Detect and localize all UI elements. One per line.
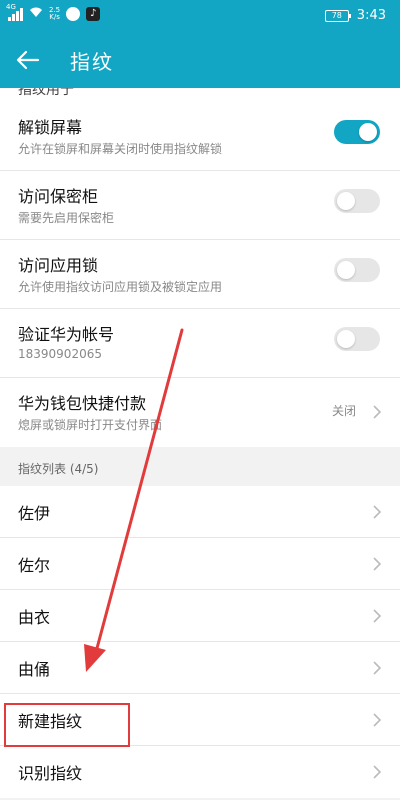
fingerprint-label: 由俑 (18, 660, 51, 679)
fingerprint-item[interactable]: 佐伊 (0, 486, 400, 538)
setting-subtitle: 允许使用指纹访问应用锁及被锁定应用 (18, 280, 223, 294)
chevron-right-icon (372, 608, 382, 624)
huawei-account-toggle[interactable] (334, 327, 380, 351)
app-lock-toggle[interactable] (334, 258, 380, 282)
battery-icon: 78 (324, 9, 351, 22)
setting-unlock-screen[interactable]: 解锁屏幕 允许在锁屏和屏幕关闭时使用指纹解锁 (0, 102, 400, 171)
setting-title: 华为钱包快捷付款 (18, 394, 147, 413)
setting-title: 验证华为帐号 (18, 325, 115, 344)
partial-row-label: 指纹用于 (18, 88, 74, 98)
safe-box-toggle[interactable] (334, 189, 380, 213)
settings-list: 解锁屏幕 允许在锁屏和屏幕关闭时使用指纹解锁 访问保密柜 需要先启用保密柜 访问… (0, 102, 400, 447)
setting-subtitle: 18390902065 (18, 347, 102, 361)
setting-app-lock[interactable]: 访问应用锁 允许使用指纹访问应用锁及被锁定应用 (0, 240, 400, 309)
setting-safe-box[interactable]: 访问保密柜 需要先启用保密柜 (0, 171, 400, 240)
setting-title: 访问保密柜 (18, 187, 99, 206)
setting-huawei-account[interactable]: 验证华为帐号 18390902065 (0, 309, 400, 378)
wifi-icon (29, 6, 43, 21)
setting-subtitle: 熄屏或锁屏时打开支付界面 (18, 418, 163, 432)
setting-title: 访问应用锁 (18, 256, 99, 275)
back-arrow-icon[interactable] (10, 42, 46, 78)
partial-row: 指纹用于 (0, 88, 400, 102)
fingerprint-label: 识别指纹 (18, 764, 83, 783)
chevron-right-icon (372, 556, 382, 572)
signal-icon: 4G (6, 3, 23, 21)
unlock-screen-toggle[interactable] (334, 120, 380, 144)
app-bar: 指纹 (0, 32, 400, 88)
fingerprint-label: 佐伊 (18, 504, 51, 523)
fingerprint-list-header: 指纹列表 (4/5) (0, 449, 400, 485)
fingerprint-item[interactable]: 由俑 (0, 642, 400, 694)
app-notification-icon (66, 6, 81, 21)
clock: 3:43 (356, 8, 386, 23)
tiktok-icon: ♪ (86, 6, 101, 21)
fingerprint-label: 由衣 (18, 608, 51, 627)
chevron-right-icon (372, 404, 382, 420)
chevron-right-icon (372, 764, 382, 780)
setting-title: 解锁屏幕 (18, 118, 83, 137)
identify-fingerprint-button[interactable]: 识别指纹 (0, 746, 400, 798)
highlight-box (4, 703, 130, 747)
section-label: 指纹列表 (4/5) (18, 462, 99, 476)
setting-subtitle: 需要先启用保密柜 (18, 211, 115, 225)
fingerprint-item[interactable]: 佐尔 (0, 538, 400, 590)
fingerprint-label: 佐尔 (18, 556, 51, 575)
fingerprint-item[interactable]: 由衣 (0, 590, 400, 642)
setting-subtitle: 允许在锁屏和屏幕关闭时使用指纹解锁 (18, 142, 223, 156)
fingerprint-list: 佐伊 佐尔 由衣 由俑 新建指纹 识别指纹 (0, 486, 400, 798)
wallet-quick-pay-value: 关闭 (331, 404, 356, 418)
page-title: 指纹 (70, 50, 114, 74)
status-bar: 4G 2.5 K/s ♪ 78 3:43 (0, 0, 400, 32)
chevron-right-icon (372, 504, 382, 520)
setting-wallet-quick-pay[interactable]: 华为钱包快捷付款 熄屏或锁屏时打开支付界面 关闭 (0, 378, 400, 447)
chevron-right-icon (372, 660, 382, 676)
net-speed: 2.5 K/s (49, 5, 61, 21)
chevron-right-icon (372, 712, 382, 728)
network-type: 4G (6, 2, 16, 11)
